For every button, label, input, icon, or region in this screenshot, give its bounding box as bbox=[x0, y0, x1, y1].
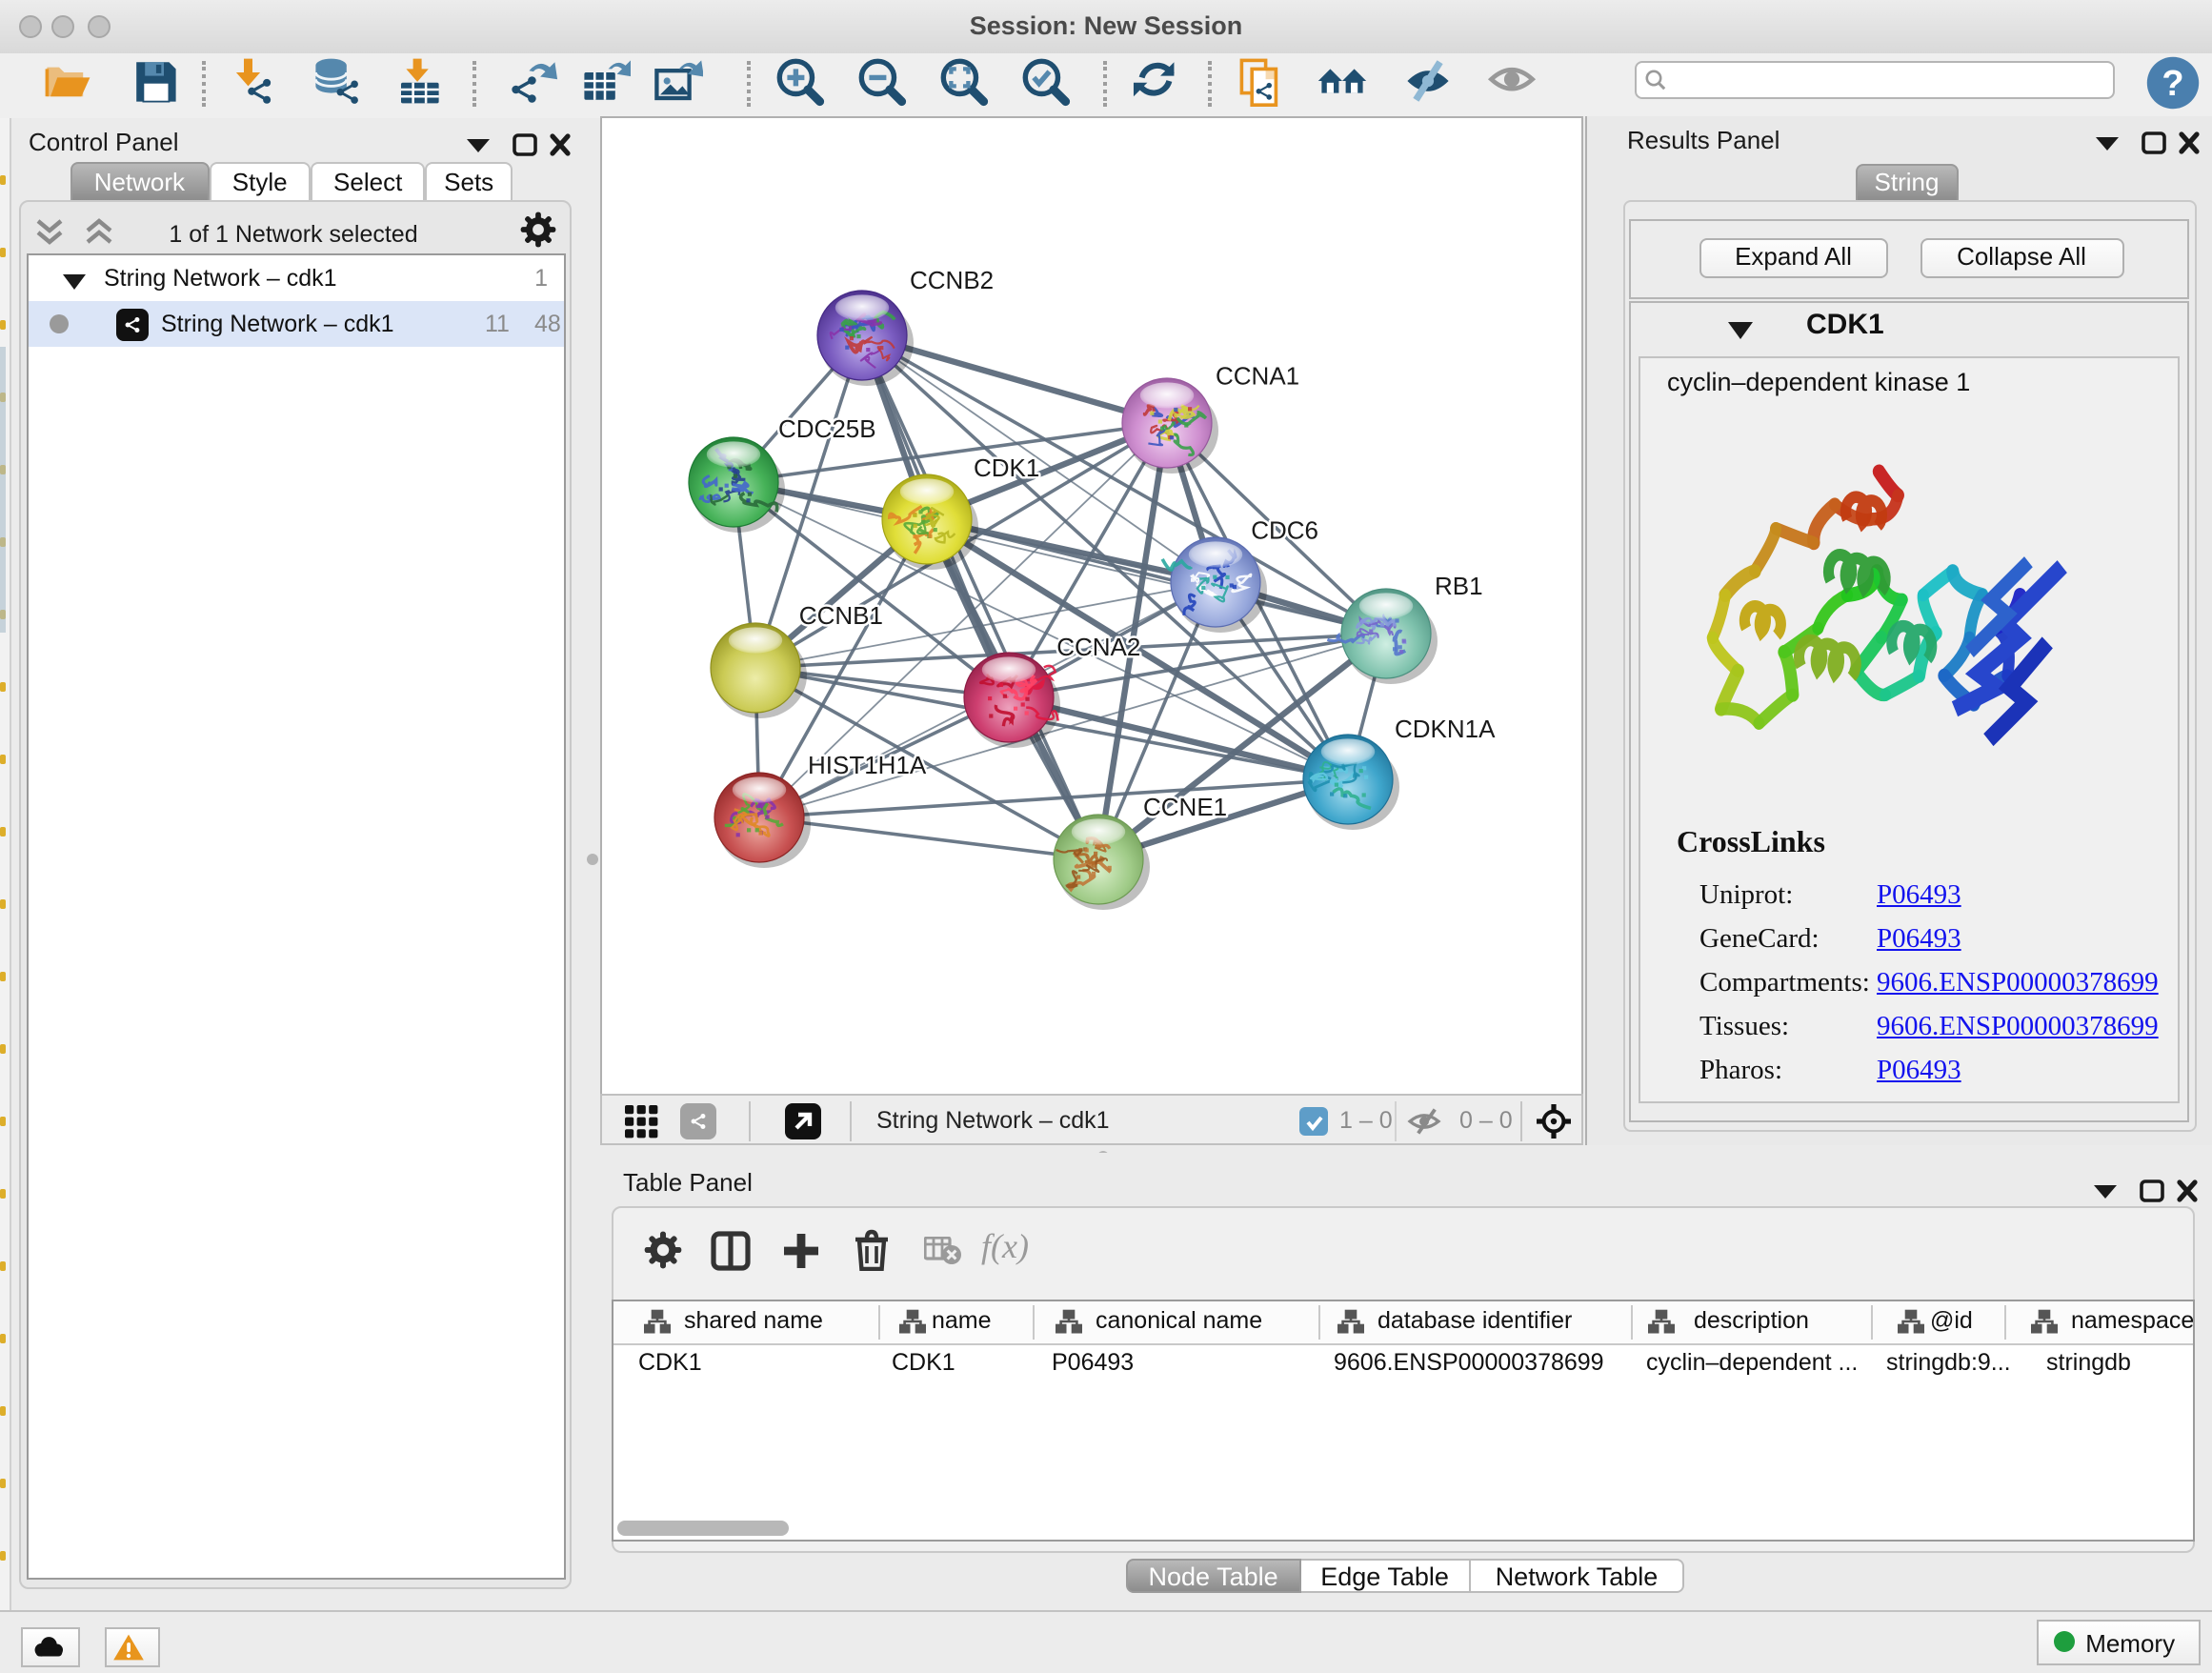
svg-text:CDK1: CDK1 bbox=[974, 454, 1039, 482]
svg-text:CCNA2: CCNA2 bbox=[1056, 633, 1140, 661]
svg-text:CCNB1: CCNB1 bbox=[799, 601, 883, 630]
svg-text:CCNB2: CCNB2 bbox=[910, 266, 994, 294]
svg-text:CDC6: CDC6 bbox=[1251, 516, 1318, 545]
svg-text:CCNE1: CCNE1 bbox=[1143, 793, 1227, 821]
svg-text:CDC25B: CDC25B bbox=[778, 414, 876, 443]
svg-text:HIST1H1A: HIST1H1A bbox=[808, 751, 927, 779]
svg-text:CCNA1: CCNA1 bbox=[1216, 361, 1299, 390]
svg-text:RB1: RB1 bbox=[1435, 572, 1483, 600]
svg-text:CDKN1A: CDKN1A bbox=[1395, 715, 1496, 743]
svg-text:?: ? bbox=[2161, 63, 2182, 103]
